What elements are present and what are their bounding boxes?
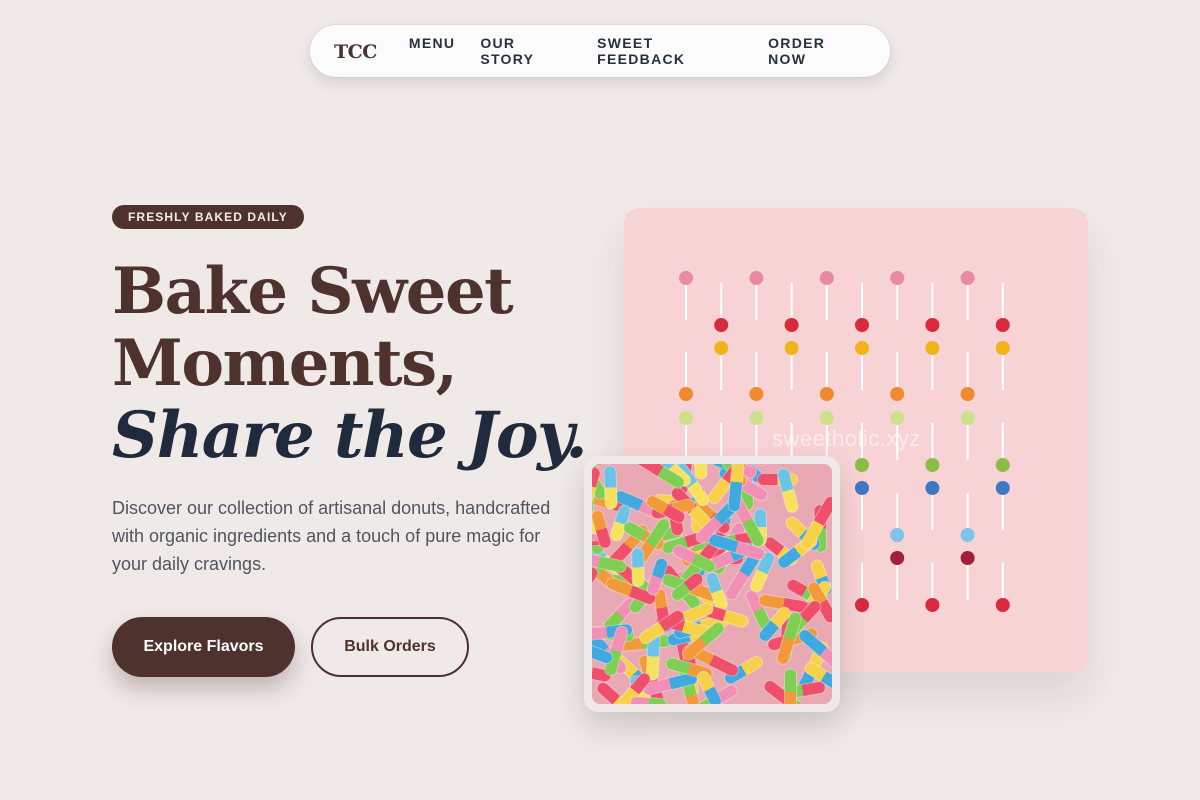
- lollipop-head: [784, 341, 799, 355]
- brand-logo[interactable]: TCC: [334, 41, 377, 63]
- lollipop-head: [925, 458, 940, 472]
- top-nav: TCC MENU OUR STORY SWEET FEEDBACK ORDER …: [310, 25, 890, 77]
- headline-line-2: Moments,: [112, 326, 458, 401]
- lollipop-head: [855, 341, 869, 355]
- gummy-worm: [693, 464, 708, 480]
- lollipop-head: [749, 271, 764, 285]
- explore-flavors-button[interactable]: Explore Flavors: [112, 617, 295, 677]
- gummy-worm: [777, 467, 799, 513]
- lollipop-head: [714, 341, 729, 355]
- nav-link-menu[interactable]: MENU: [409, 35, 455, 67]
- sour-gummy-worms-image: [592, 464, 832, 704]
- lollipop-head: [819, 387, 834, 401]
- lollipop-head: [925, 481, 940, 495]
- gummy-worm: [603, 465, 618, 510]
- nav-link-our-story[interactable]: OUR STORY: [480, 35, 572, 67]
- lollipop-head: [714, 318, 729, 332]
- gummy-worm: [803, 464, 832, 465]
- gummy-worm: [631, 547, 645, 587]
- lollipop-head: [855, 598, 869, 612]
- lollipop-head: [749, 411, 764, 425]
- lollipop-head: [679, 387, 693, 401]
- lollipop-head: [925, 598, 940, 612]
- lollipop-head: [819, 411, 834, 425]
- lollipop-head: [995, 341, 1010, 355]
- gummy-worm: [783, 668, 798, 704]
- lollipop-head: [819, 271, 834, 285]
- lollipop-head: [890, 411, 905, 425]
- lollipop-head: [960, 271, 975, 285]
- lollipop-head: [995, 458, 1010, 472]
- lollipop-head: [960, 387, 975, 401]
- lollipop-head: [995, 318, 1010, 332]
- lollipop-head: [960, 528, 975, 542]
- lollipop-head: [890, 271, 905, 285]
- lollipop-head: [679, 411, 693, 425]
- lollipop-head: [960, 411, 975, 425]
- nav-link-sweet-feedback[interactable]: SWEET FEEDBACK: [597, 35, 743, 67]
- lollipop-head: [995, 481, 1010, 495]
- lollipop-head: [890, 551, 905, 565]
- lollipop-head: [784, 318, 799, 332]
- lollipop-head: [855, 458, 869, 472]
- lollipop-head: [749, 387, 764, 401]
- hero-headline: Bake Sweet Moments, Share the Joy.: [112, 254, 588, 473]
- lollipop-head: [925, 318, 940, 332]
- lollipop-head: [855, 481, 869, 495]
- freshly-baked-badge: FRESHLY BAKED DAILY: [112, 205, 304, 229]
- headline-accent: Share the Joy.: [112, 398, 588, 473]
- lollipop-head: [995, 598, 1010, 612]
- nav-link-order-now[interactable]: ORDER NOW: [768, 35, 866, 67]
- nav-links: MENU OUR STORY SWEET FEEDBACK ORDER NOW: [409, 35, 866, 67]
- lollipop-head: [855, 318, 869, 332]
- lollipop-head: [960, 551, 975, 565]
- gummy-candy-frame: [592, 464, 832, 704]
- lollipop-head: [890, 528, 905, 542]
- hero-description: Discover our collection of artisanal don…: [112, 498, 551, 574]
- lollipop-head: [925, 341, 940, 355]
- gummy-candy-card: [584, 456, 840, 712]
- headline-line-1: Bake Sweet: [112, 254, 514, 329]
- bulk-orders-button[interactable]: Bulk Orders: [311, 617, 469, 677]
- image-watermark: sweetholic.xyz: [772, 426, 921, 451]
- lollipop-head: [679, 271, 693, 285]
- lollipop-head: [890, 387, 905, 401]
